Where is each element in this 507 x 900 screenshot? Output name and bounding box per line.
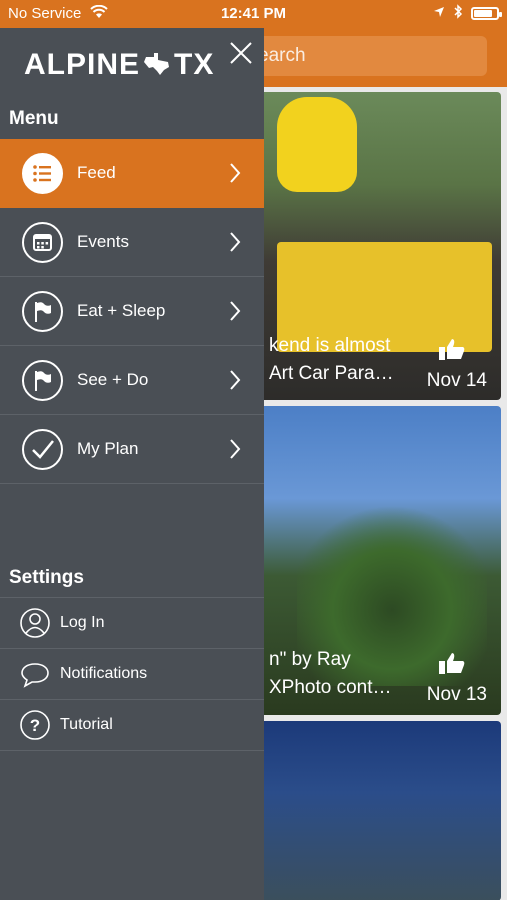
settings-item-label: Tutorial	[60, 716, 113, 733]
user-icon	[20, 608, 50, 638]
settings-item-log-in[interactable]: Log In	[0, 598, 264, 649]
card-title-line2: Art Car Para…	[269, 363, 394, 384]
menu-item-label: Feed	[77, 163, 116, 182]
chevron-right-icon	[230, 163, 241, 183]
calendar-icon	[22, 222, 63, 263]
logo-text-tx: TX	[174, 48, 215, 81]
card-title-line2: XPhoto cont…	[269, 677, 392, 698]
card-date: Nov 13	[426, 684, 487, 705]
list-icon	[22, 153, 63, 194]
texas-icon	[144, 53, 170, 75]
app-logo: ALPINE TX	[24, 48, 214, 82]
search-input[interactable]: earch	[230, 36, 487, 76]
side-drawer: ALPINE TX Menu Feed Events Eat + Sleep Se…	[0, 28, 264, 900]
location-icon	[433, 5, 445, 22]
settings-item-notifications[interactable]: Notifications	[0, 649, 264, 700]
like-icon[interactable]	[439, 338, 465, 360]
checkmark-icon	[22, 429, 63, 470]
settings-item-tutorial[interactable]: ? Tutorial	[0, 700, 264, 751]
settings-item-label: Log In	[60, 614, 105, 631]
like-icon[interactable]	[439, 652, 465, 674]
status-bar: No Service 12:41 PM	[0, 0, 507, 28]
search-placeholder: earch	[258, 45, 306, 66]
chevron-right-icon	[230, 232, 241, 252]
flag-icon	[22, 291, 63, 332]
menu-heading: Menu	[9, 108, 59, 129]
card-title-line1: n" by Ray	[269, 649, 351, 670]
settings-heading: Settings	[9, 567, 84, 588]
chevron-right-icon	[230, 439, 241, 459]
menu-item-events[interactable]: Events	[0, 208, 264, 277]
menu-item-see-do[interactable]: See + Do	[0, 346, 264, 415]
menu-item-label: See + Do	[77, 370, 149, 389]
menu-item-my-plan[interactable]: My Plan	[0, 415, 264, 484]
close-icon[interactable]	[226, 38, 256, 68]
chevron-right-icon	[230, 370, 241, 390]
menu-item-label: My Plan	[77, 439, 139, 458]
card-image	[277, 97, 357, 192]
logo-text: ALPINE	[24, 48, 141, 81]
chevron-right-icon	[230, 301, 241, 321]
settings-item-label: Notifications	[60, 665, 148, 682]
bluetooth-icon	[453, 4, 463, 23]
menu-item-eat-sleep[interactable]: Eat + Sleep	[0, 277, 264, 346]
flag-icon	[22, 360, 63, 401]
svg-text:?: ?	[30, 716, 40, 735]
menu-item-label: Events	[77, 232, 129, 251]
clock: 12:41 PM	[220, 5, 287, 22]
menu-item-feed[interactable]: Feed	[0, 139, 264, 208]
battery-icon	[471, 7, 502, 20]
menu-item-label: Eat + Sleep	[77, 301, 166, 320]
card-title-line1: kend is almost	[269, 335, 391, 356]
help-icon: ?	[20, 710, 50, 740]
card-date: Nov 14	[426, 370, 487, 391]
speech-bubble-icon	[21, 663, 49, 688]
